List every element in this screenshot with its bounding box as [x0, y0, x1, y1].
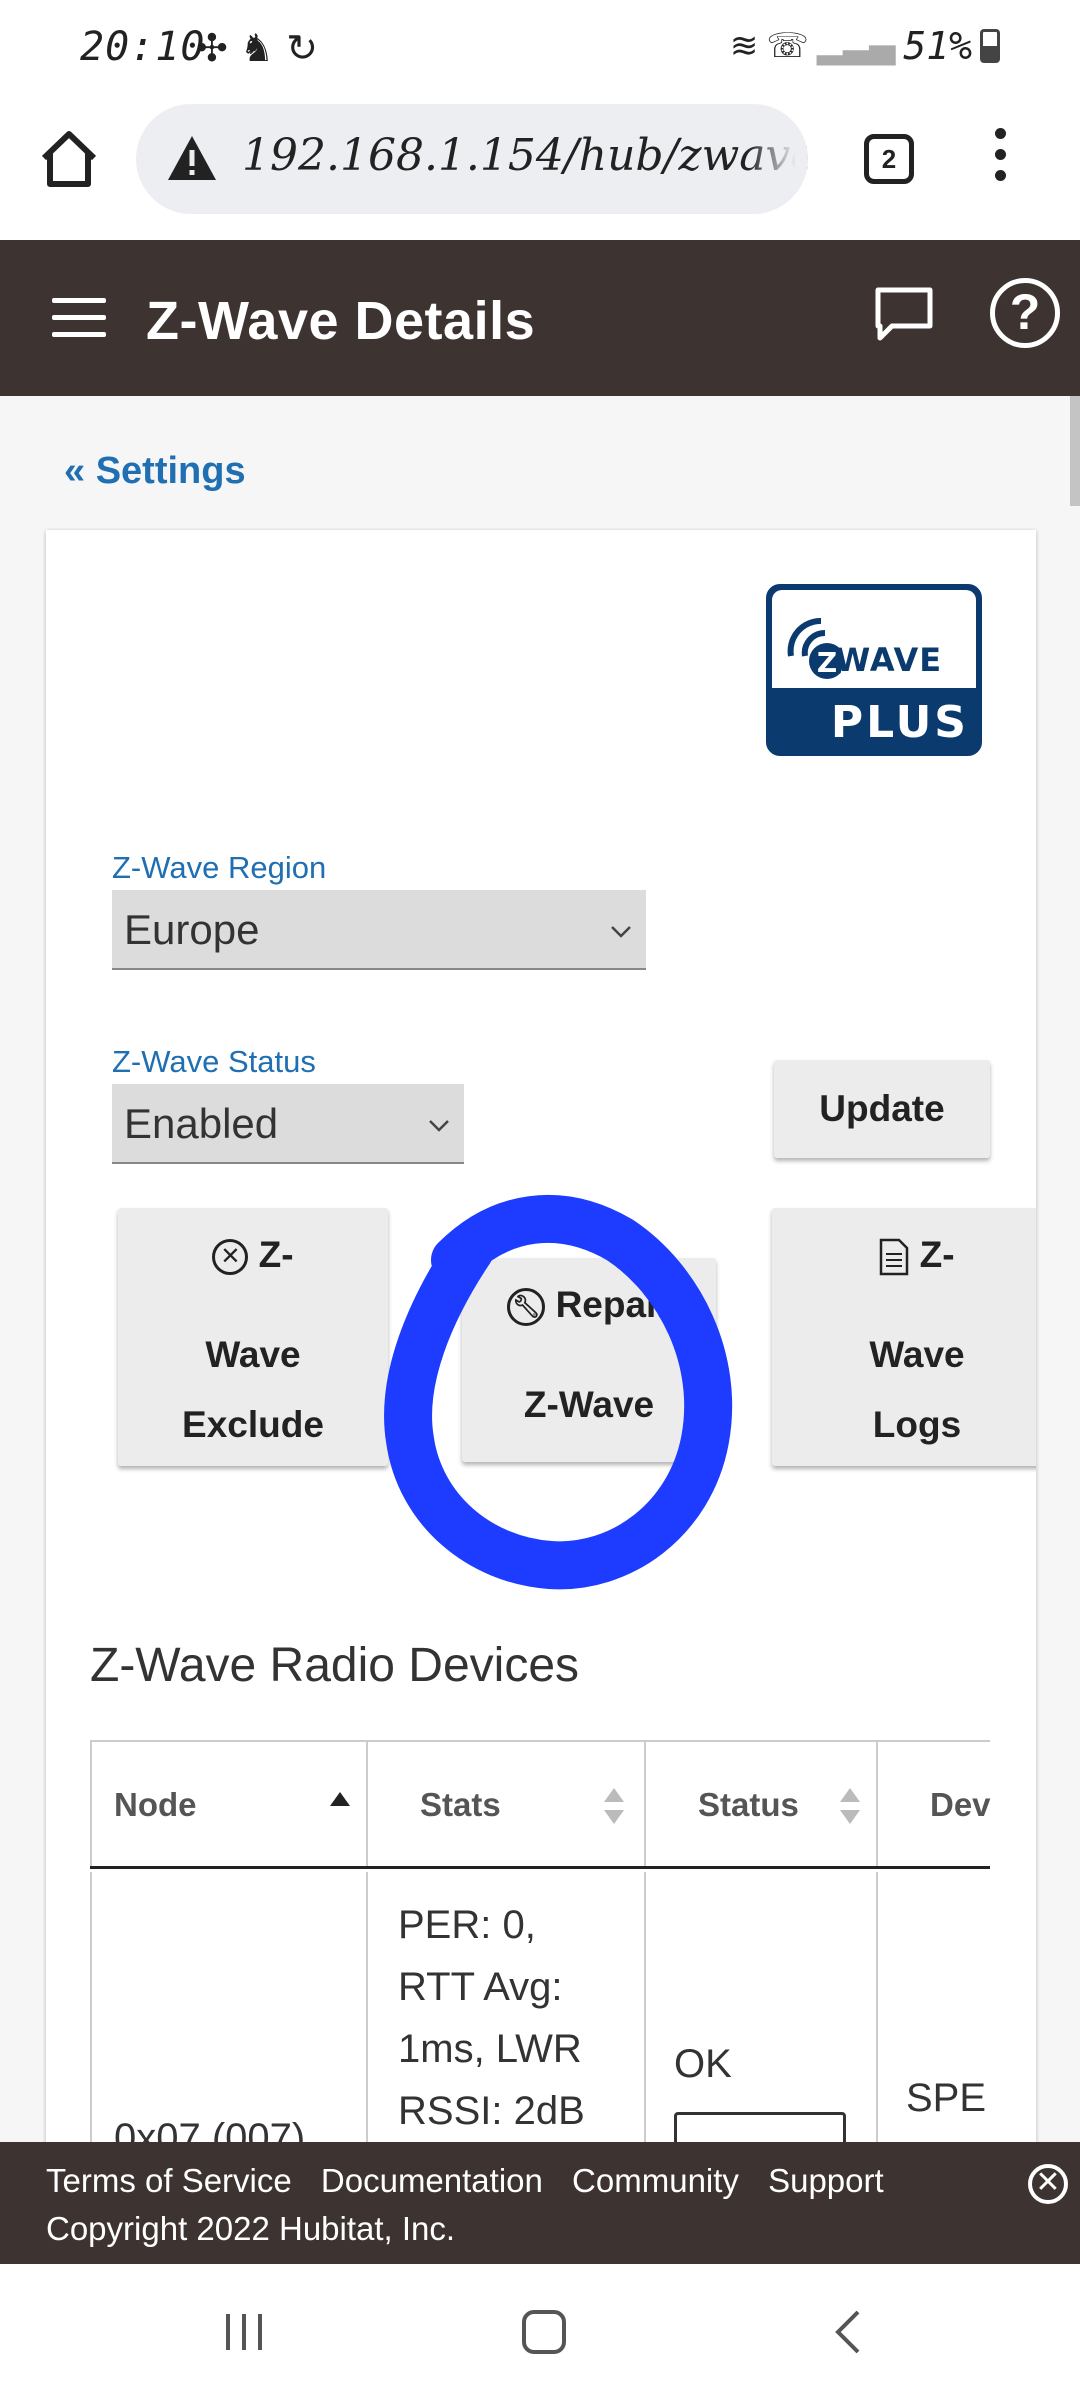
status-label: Z-Wave Status: [112, 1044, 316, 1079]
sort-icon: [604, 1788, 624, 1824]
chevron-down-icon: [611, 926, 631, 938]
chevron-down-icon: [429, 1120, 449, 1132]
status-action-button[interactable]: [674, 2112, 846, 2142]
main-content: « Settings Z WAVE PLUS Z-Wave Region Eur…: [0, 396, 1080, 2142]
status-select[interactable]: Enabled: [112, 1084, 464, 1164]
zwave-logs-button[interactable]: Z- Wave Logs: [772, 1208, 1036, 1466]
browser-toolbar: 192.168.1.154/hub/zwaveInfo 2: [0, 100, 1080, 240]
devices-section-title: Z-Wave Radio Devices: [90, 1639, 580, 1692]
zwave-exclude-button[interactable]: ✕ Z- Wave Exclude: [118, 1208, 388, 1466]
signal-icon: ▂▃▄: [816, 26, 896, 66]
wrench-icon: 🔧︎: [507, 1288, 546, 1327]
battery-icon: [980, 29, 1000, 63]
app-header: Z-Wave Details ?: [0, 240, 1080, 396]
system-icons: ≋ ☏ ▂▃▄ 51%: [730, 24, 1000, 68]
column-header-device[interactable]: Dev: [878, 1740, 991, 1868]
close-icon[interactable]: ✕: [1028, 2164, 1068, 2204]
exclude-circle-x-icon: ✕: [212, 1239, 249, 1276]
page-title: Z-Wave Details: [146, 291, 536, 351]
footer: Terms of Service Documentation Community…: [0, 2142, 1080, 2264]
cell-device: SPE: [906, 2076, 987, 2120]
zwave-logo-waves: Z: [787, 617, 841, 679]
footer-links: Terms of Service Documentation Community…: [46, 2162, 904, 2200]
support-link[interactable]: Support: [768, 2162, 884, 2199]
community-link[interactable]: Community: [572, 2162, 739, 2199]
home-nav-icon[interactable]: [520, 2308, 568, 2356]
sort-ascending-icon: [330, 1792, 350, 1806]
browser-menu-icon[interactable]: [984, 128, 1016, 190]
status-time: 20:10: [80, 24, 206, 70]
document-icon: [880, 1238, 909, 1276]
chat-icon[interactable]: [874, 286, 934, 342]
battery-percent: 51%: [903, 24, 972, 68]
status-value: Enabled: [124, 1100, 279, 1147]
hamburger-menu-icon[interactable]: [52, 298, 106, 338]
column-header-status[interactable]: Status: [646, 1740, 878, 1868]
copyright: Copyright 2022 Hubitat, Inc.: [46, 2210, 456, 2247]
tab-switcher-button[interactable]: 2: [864, 134, 914, 184]
wifi-icon: ≋: [729, 26, 759, 66]
notification-icons: ✣ ♞ ↻: [196, 26, 318, 70]
cell-status: OK: [646, 1872, 878, 2142]
system-nav-bar: [0, 2264, 1080, 2400]
region-select[interactable]: Europe: [112, 890, 646, 970]
region-value: Europe: [124, 906, 260, 953]
sort-icon: [840, 1788, 860, 1824]
breadcrumb-settings-link[interactable]: « Settings: [64, 450, 246, 493]
status-bar: 20:10 ✣ ♞ ↻ ≋ ☏ ▂▃▄ 51%: [0, 0, 1080, 100]
cell-stats: PER: 0, RTT Avg: 1ms, LWR RSSI: 2dB: [368, 1872, 646, 2142]
scrollbar[interactable]: [1070, 396, 1080, 506]
documentation-link[interactable]: Documentation: [321, 2162, 543, 2199]
url-text[interactable]: 192.168.1.154/hub/zwaveInfo: [242, 130, 808, 181]
cell-node: 0x07 (007): [90, 1872, 368, 2142]
url-fade: [748, 104, 808, 214]
warning-icon[interactable]: [166, 134, 218, 182]
column-header-node[interactable]: Node: [90, 1740, 368, 1868]
zwave-card: Z WAVE PLUS Z-Wave Region Europe Z-Wave …: [46, 530, 1036, 2142]
call-icon: ☏: [766, 26, 809, 66]
home-icon[interactable]: [36, 126, 102, 192]
terms-link[interactable]: Terms of Service: [46, 2162, 292, 2199]
recent-apps-icon[interactable]: [222, 2310, 266, 2354]
zwave-plus-logo: Z WAVE PLUS: [766, 584, 982, 756]
region-label: Z-Wave Region: [112, 850, 327, 885]
back-icon[interactable]: [830, 2308, 866, 2356]
column-header-stats[interactable]: Stats: [368, 1740, 646, 1868]
address-bar[interactable]: 192.168.1.154/hub/zwaveInfo: [136, 104, 808, 214]
repair-zwave-button[interactable]: 🔧︎ Repair Z-Wave: [462, 1258, 716, 1462]
update-button[interactable]: Update: [774, 1060, 990, 1158]
help-icon[interactable]: ?: [990, 278, 1060, 348]
